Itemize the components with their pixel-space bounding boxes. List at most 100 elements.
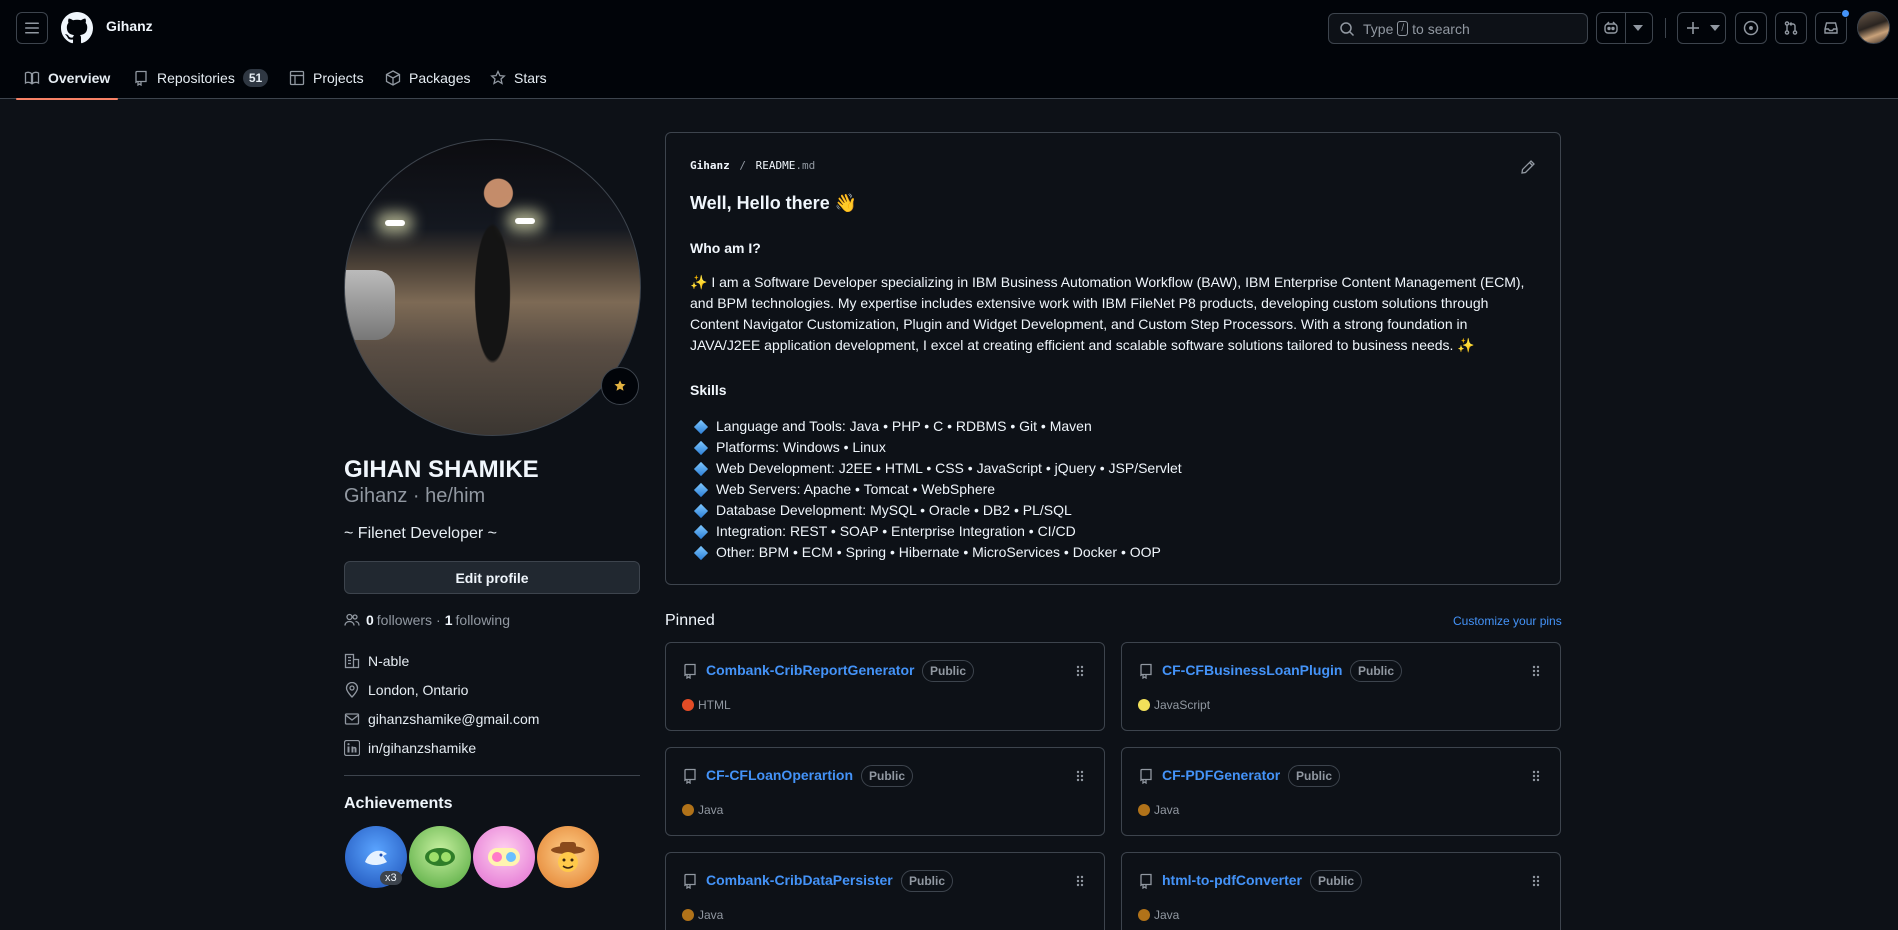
- search-input[interactable]: Type / to search: [1328, 13, 1588, 44]
- visibility-label: Public: [922, 660, 975, 682]
- following-link[interactable]: 1 following: [445, 612, 510, 628]
- pinned-heading: Pinned: [665, 612, 715, 629]
- pinned-repo-card: CF-CFLoanOperartion Public Java: [665, 747, 1105, 836]
- grabber-icon[interactable]: [1076, 875, 1084, 887]
- edit-profile-button[interactable]: Edit profile: [344, 561, 640, 594]
- plus-icon: [1687, 22, 1699, 34]
- repo-language: Java: [1138, 908, 1179, 922]
- issue-opened-icon: [1743, 20, 1759, 36]
- mail-icon: [344, 713, 360, 725]
- tab-label: Packages: [409, 69, 471, 86]
- visibility-label: Public: [901, 870, 954, 892]
- pull-requests-button[interactable]: [1775, 12, 1807, 44]
- grabber-icon[interactable]: [1532, 665, 1540, 677]
- readme-skills-heading: Skills: [690, 382, 727, 398]
- achievement-badge-yolo[interactable]: [473, 826, 535, 888]
- language-color-dot: [1138, 699, 1150, 711]
- repo-icon: [1140, 663, 1152, 680]
- divider: [344, 775, 640, 776]
- skills-list: Language and Tools: Java • PHP • C • RDB…: [690, 416, 1182, 563]
- readme-path: Gihanz / README.md: [690, 159, 816, 172]
- grabber-icon[interactable]: [1532, 875, 1540, 887]
- repo-icon: [684, 873, 696, 890]
- grabber-icon[interactable]: [1076, 665, 1084, 677]
- tab-stars[interactable]: Stars: [490, 56, 547, 99]
- followers-link[interactable]: 0 followers: [366, 612, 432, 628]
- pinned-repo-link[interactable]: html-to-pdfConverter: [1162, 872, 1302, 888]
- user-avatar-button[interactable]: [1857, 11, 1890, 44]
- profile-linkedin[interactable]: in/gihanzshamike: [344, 740, 476, 756]
- pinned-repo-link[interactable]: Combank-CribReportGenerator: [706, 662, 914, 678]
- tab-repositories[interactable]: Repositories 51: [133, 56, 269, 99]
- issues-button[interactable]: [1735, 12, 1767, 44]
- profile-organization: N-able: [344, 653, 409, 669]
- profile-avatar[interactable]: [344, 139, 641, 436]
- copilot-button[interactable]: [1596, 12, 1653, 44]
- github-logo-icon[interactable]: [61, 12, 93, 44]
- skill-item: Integration: REST • SOAP • Enterprise In…: [690, 521, 1182, 542]
- star-icon: [490, 69, 506, 85]
- visibility-label: Public: [1288, 765, 1341, 787]
- tab-label: Overview: [48, 69, 111, 86]
- create-new-button[interactable]: [1677, 12, 1726, 44]
- achievement-badge-quickdraw[interactable]: [537, 826, 599, 888]
- skill-item: Language and Tools: Java • PHP • C • RDB…: [690, 416, 1182, 437]
- profile-tabs: Overview Repositories 51 Projects Packag…: [0, 56, 1898, 100]
- skill-item: Platforms: Windows • Linux: [690, 437, 1182, 458]
- pinned-repo-link[interactable]: CF-CFLoanOperartion: [706, 767, 853, 783]
- status-button[interactable]: [601, 367, 639, 405]
- repo-icon: [684, 663, 696, 680]
- search-suffix: to search: [1412, 20, 1470, 37]
- chevron-down-icon: [1710, 25, 1720, 31]
- readme-owner-link[interactable]: Gihanz: [690, 159, 730, 172]
- search-prefix: Type: [1363, 20, 1394, 37]
- repo-icon: [135, 70, 147, 86]
- customize-pins-link[interactable]: Customize your pins: [1453, 614, 1562, 628]
- chevron-down-icon[interactable]: [1633, 25, 1643, 31]
- profile-name: GIHAN SHAMIKE: [344, 456, 539, 483]
- pinned-repo-card: Combank-CribDataPersister Public Java: [665, 852, 1105, 930]
- diamond-icon: [693, 482, 709, 497]
- cowboy-icon: [551, 842, 585, 872]
- repo-language: Java: [682, 803, 723, 817]
- tab-label: Stars: [514, 69, 547, 86]
- people-icon: [344, 613, 360, 626]
- pinned-repo-card: Combank-CribReportGenerator Public HTML: [665, 642, 1105, 731]
- visibility-label: Public: [1350, 660, 1403, 682]
- peas-icon: [425, 848, 455, 866]
- repo-language: HTML: [682, 698, 731, 712]
- search-icon: [1340, 21, 1355, 36]
- search-shortcut-key: /: [1397, 21, 1409, 36]
- skill-item: Other: BPM • ECM • Spring • Hibernate • …: [690, 542, 1182, 563]
- linkedin-icon: [344, 740, 360, 756]
- menu-button[interactable]: [16, 12, 48, 44]
- follow-stats: 0 followers · 1 following: [344, 612, 510, 628]
- pinned-repo-link[interactable]: Combank-CribDataPersister: [706, 872, 893, 888]
- profile-owner-link[interactable]: Gihanz: [106, 18, 153, 34]
- language-color-dot: [682, 909, 694, 921]
- git-pull-request-icon: [1784, 21, 1798, 35]
- tab-projects[interactable]: Projects: [289, 56, 364, 99]
- repo-icon: [1140, 873, 1152, 890]
- repo-language: Java: [1138, 803, 1179, 817]
- achievement-count: x3: [380, 871, 402, 885]
- tab-overview[interactable]: Overview: [15, 56, 119, 100]
- readme-about: ✨ I am a Software Developer specializing…: [690, 274, 1525, 353]
- star-fill-icon: [614, 380, 626, 391]
- tab-packages[interactable]: Packages: [385, 56, 470, 99]
- achievements-heading: Achievements: [344, 795, 453, 812]
- pinned-repo-link[interactable]: CF-PDFGenerator: [1162, 767, 1280, 783]
- grabber-icon[interactable]: [1076, 770, 1084, 782]
- achievement-badge-pair-extraordinaire[interactable]: [409, 826, 471, 888]
- yolo-icon: [488, 848, 520, 866]
- diamond-icon: [693, 419, 709, 434]
- book-icon: [24, 71, 40, 85]
- repo-language: JavaScript: [1138, 698, 1210, 712]
- profile-email[interactable]: gihanzshamike@gmail.com: [344, 711, 539, 727]
- language-color-dot: [1138, 804, 1150, 816]
- pencil-icon[interactable]: [1520, 159, 1536, 175]
- repo-icon: [684, 768, 696, 785]
- location-icon: [345, 682, 359, 698]
- pinned-repo-link[interactable]: CF-CFBusinessLoanPlugin: [1162, 662, 1342, 678]
- grabber-icon[interactable]: [1532, 770, 1540, 782]
